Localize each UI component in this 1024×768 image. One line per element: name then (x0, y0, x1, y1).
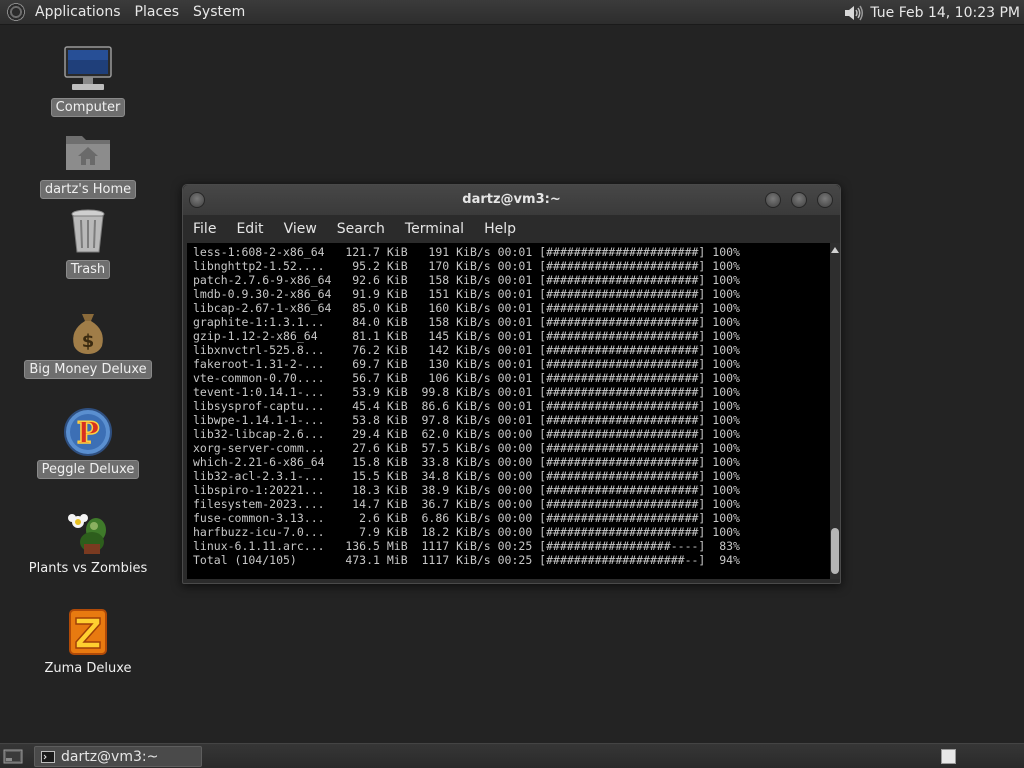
desktop-icon-trash[interactable]: Trash (28, 206, 148, 279)
taskbar-button-label: dartz@vm3:~ (61, 748, 159, 765)
home-folder-icon (66, 136, 110, 170)
taskbar-button-terminal[interactable]: dartz@vm3:~ (34, 746, 202, 767)
terminal-line: gzip-1.12-2-x86_64 81.1 KiB 145 KiB/s 00… (193, 329, 740, 343)
scroll-up-arrow-icon[interactable] (831, 247, 839, 253)
top-panel: Applications Places System Tue Feb 14, 1… (0, 0, 1024, 25)
terminal-line: patch-2.7.6-9-x86_64 92.6 KiB 158 KiB/s … (193, 273, 740, 287)
desktop-icon-zuma[interactable]: Zuma Deluxe (28, 606, 148, 677)
menu-view[interactable]: View (274, 217, 327, 243)
desktop-icon-big-money[interactable]: $ Big Money Deluxe (24, 306, 152, 379)
desktop-icon-home[interactable]: dartz's Home (28, 126, 148, 199)
desktop-icon-computer[interactable]: Computer (28, 44, 148, 117)
bottom-panel: dartz@vm3:~ (0, 743, 1024, 768)
maximize-icon[interactable] (791, 192, 807, 208)
terminal-line: libxnvctrl-525.8... 76.2 KiB 142 KiB/s 0… (193, 343, 740, 357)
terminal-line: libcap-2.67-1-x86_64 85.0 KiB 160 KiB/s … (193, 301, 740, 315)
applications-menu[interactable]: Applications (28, 0, 128, 25)
terminal-line: libsysprof-captu... 45.4 KiB 86.6 KiB/s … (193, 399, 740, 413)
desktop-icon-label: Zuma Deluxe (44, 661, 132, 676)
terminal-line: vte-common-0.70.... 56.7 KiB 106 KiB/s 0… (193, 371, 740, 385)
terminal-line: graphite-1:1.3.1... 84.0 KiB 158 KiB/s 0… (193, 315, 740, 329)
terminal-line: less-1:608-2-x86_64 121.7 KiB 191 KiB/s … (193, 245, 740, 259)
workspace-switcher-icon[interactable] (941, 749, 956, 764)
desktop-icon-peggle[interactable]: P Peggle Deluxe (28, 406, 148, 479)
svg-text:P: P (77, 416, 100, 451)
terminal-line: libwpe-1.14.1-1-... 53.8 KiB 97.8 KiB/s … (193, 413, 740, 427)
terminal-line: xorg-server-comm... 27.6 KiB 57.5 KiB/s … (193, 441, 740, 455)
menu-help[interactable]: Help (474, 217, 526, 243)
minimize-icon[interactable] (765, 192, 781, 208)
computer-icon (64, 46, 112, 90)
menu-search[interactable]: Search (327, 217, 395, 243)
terminal-text: less-1:608-2-x86_64 121.7 KiB 191 KiB/s … (193, 245, 740, 567)
close-icon[interactable] (817, 192, 833, 208)
scroll-thumb[interactable] (831, 528, 839, 574)
desktop-icon-plants-vs-zombies[interactable]: Plants vs Zombies (28, 506, 148, 577)
menu-file[interactable]: File (183, 217, 226, 243)
zuma-icon (69, 609, 107, 655)
peggle-icon: P (64, 408, 112, 456)
terminal-line: lib32-libcap-2.6... 29.4 KiB 62.0 KiB/s … (193, 427, 740, 441)
money-bag-icon: $ (73, 314, 103, 354)
desktop-icon-label: Peggle Deluxe (36, 460, 140, 479)
desktop-icon-label: Plants vs Zombies (28, 561, 148, 576)
show-desktop-icon[interactable] (3, 748, 23, 765)
window-titlebar[interactable]: dartz@vm3:~ (183, 185, 840, 215)
distro-logo-icon[interactable] (6, 2, 26, 22)
terminal-line: tevent-1:0.14.1-... 53.9 KiB 99.8 KiB/s … (193, 385, 740, 399)
desktop-icon-label: Computer (50, 98, 126, 117)
terminal-line: libspiro-1:20221... 18.3 KiB 38.9 KiB/s … (193, 483, 740, 497)
desktop-icon-label: Trash (65, 260, 111, 279)
terminal-line: Total (104/105) 473.1 MiB 1117 KiB/s 00:… (193, 553, 740, 567)
plants-vs-zombies-icon (68, 514, 106, 554)
svg-text:$: $ (82, 331, 95, 352)
terminal-line: lmdb-0.9.30-2-x86_64 91.9 KiB 151 KiB/s … (193, 287, 740, 301)
speaker-icon[interactable] (842, 2, 864, 24)
menu-edit[interactable]: Edit (226, 217, 273, 243)
terminal-line: which-2.21-6-x86_64 15.8 KiB 33.8 KiB/s … (193, 455, 740, 469)
terminal-line: lib32-acl-2.3.1-... 15.5 KiB 34.8 KiB/s … (193, 469, 740, 483)
desktop-icon-label: Big Money Deluxe (24, 360, 152, 379)
terminal-line: linux-6.1.11.arc... 136.5 MiB 1117 KiB/s… (193, 539, 740, 553)
terminal-window[interactable]: dartz@vm3:~ File Edit View Search Termin… (182, 184, 841, 584)
trash-icon (71, 209, 105, 253)
scrollbar[interactable] (830, 243, 840, 579)
desktop-icon-label: dartz's Home (39, 180, 137, 199)
clock[interactable]: Tue Feb 14, 10:23 PM (870, 5, 1024, 21)
places-menu[interactable]: Places (128, 0, 187, 25)
system-menu[interactable]: System (186, 0, 252, 25)
terminal-line: libnghttp2-1.52.... 95.2 KiB 170 KiB/s 0… (193, 259, 740, 273)
terminal-line: fuse-common-3.13... 2.6 KiB 6.86 KiB/s 0… (193, 511, 740, 525)
menu-terminal[interactable]: Terminal (395, 217, 474, 243)
terminal-output[interactable]: less-1:608-2-x86_64 121.7 KiB 191 KiB/s … (187, 243, 830, 579)
terminal-line: harfbuzz-icu-7.0... 7.9 KiB 18.2 KiB/s 0… (193, 525, 740, 539)
panel-tray: Tue Feb 14, 10:23 PM (842, 0, 1024, 25)
terminal-icon (41, 750, 55, 763)
terminal-menubar: File Edit View Search Terminal Help (183, 217, 840, 243)
terminal-line: filesystem-2023.... 14.7 KiB 36.7 KiB/s … (193, 497, 740, 511)
terminal-line: fakeroot-1.31-2-... 69.7 KiB 130 KiB/s 0… (193, 357, 740, 371)
window-title: dartz@vm3:~ (462, 192, 561, 207)
